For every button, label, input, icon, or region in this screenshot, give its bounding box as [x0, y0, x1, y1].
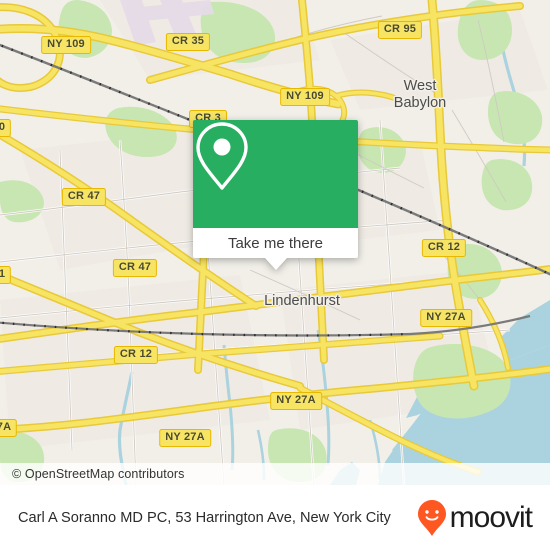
popup-pointer — [264, 258, 287, 270]
map-screenshot: NY 109 CR 35 CR 95 NY 109 CR 3 CR 47 CR … — [0, 0, 550, 550]
footer-bar: Carl A Soranno MD PC, 53 Harrington Ave,… — [0, 485, 550, 550]
map-attribution-bar: © OpenStreetMap contributors — [0, 463, 550, 485]
moovit-wordmark: moovit — [449, 500, 533, 534]
road-shield: CR 35 — [165, 33, 211, 51]
map-canvas[interactable]: NY 109 CR 35 CR 95 NY 109 CR 3 CR 47 CR … — [0, 0, 550, 485]
osm-attribution-text: © OpenStreetMap contributors — [12, 467, 185, 481]
take-me-there-label: Take me there — [227, 234, 324, 252]
road-shield: NY 27A — [159, 429, 211, 447]
road-shield: CR 12 — [421, 239, 467, 257]
road-shield: NY 27A — [420, 309, 472, 327]
road-shield: NY 109 — [41, 36, 91, 54]
location-popup-card[interactable]: Take me there — [193, 120, 358, 270]
place-label-lindenhurst: Lindenhurst — [264, 293, 340, 309]
popup-pin-area — [193, 120, 358, 228]
road-shield: NY 109 — [280, 88, 330, 106]
location-title: Carl A Soranno MD PC, 53 Harrington Ave,… — [18, 509, 391, 526]
moovit-brand[interactable]: moovit — [417, 499, 533, 537]
moovit-smiley-pin-icon — [417, 499, 446, 536]
road-shield: CR 12 — [113, 346, 159, 364]
road-shield-clipped: 7A — [0, 419, 18, 437]
road-shield-clipped: 0 — [0, 119, 12, 137]
take-me-there-button[interactable]: Take me there — [193, 228, 358, 258]
map-pin-icon — [196, 122, 248, 190]
road-shield: CR 47 — [112, 259, 158, 277]
road-shield: NY 27A — [270, 392, 322, 410]
road-shield: CR 47 — [61, 188, 107, 206]
road-shield: CR 95 — [377, 21, 423, 39]
place-label-west-babylon: West Babylon — [393, 78, 447, 111]
road-shield-clipped: 1 — [0, 266, 12, 284]
